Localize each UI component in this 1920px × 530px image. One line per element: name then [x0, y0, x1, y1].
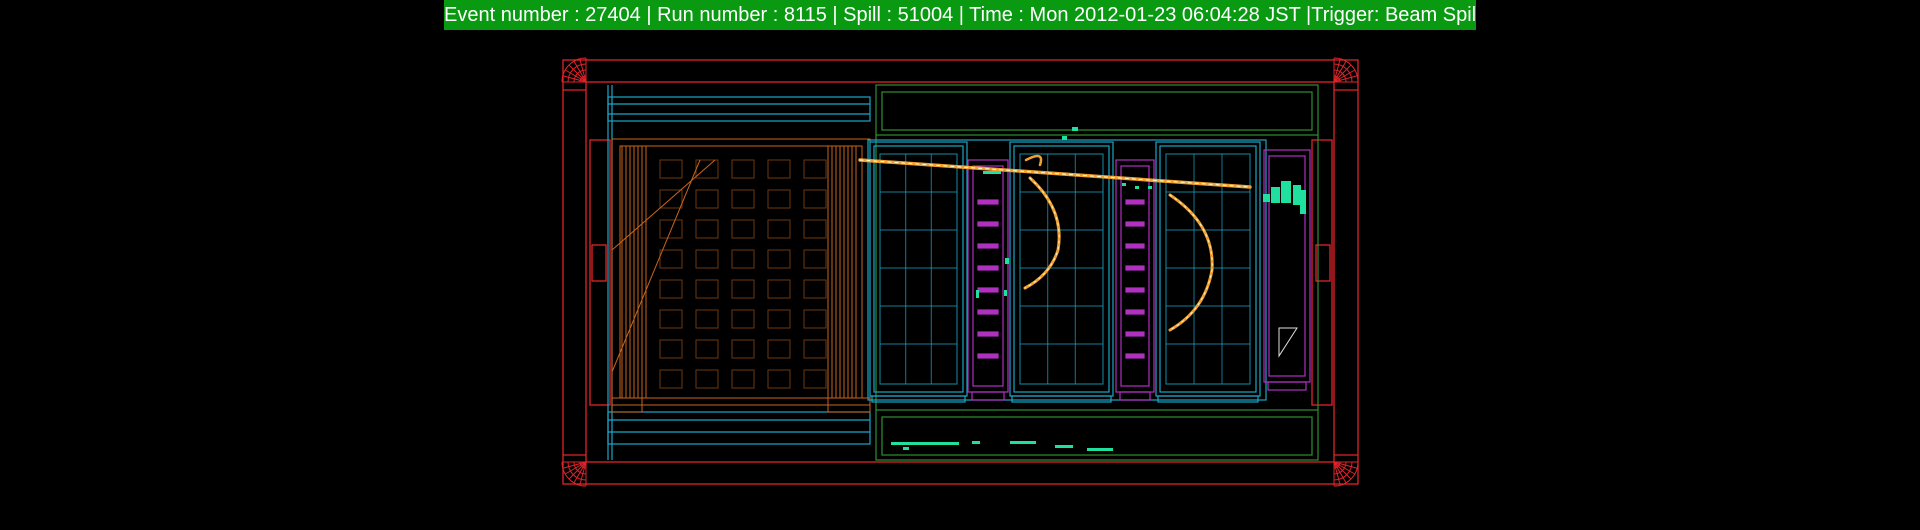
particle-tracks	[858, 154, 1252, 332]
green-frames	[875, 84, 1319, 461]
event-display	[561, 57, 1359, 487]
left-orange-module	[611, 138, 871, 413]
left-upper-rails	[607, 85, 871, 460]
corner-fan-icons	[561, 57, 1359, 487]
triangle-marker-icon	[1278, 327, 1298, 358]
cyan-modules	[867, 139, 1267, 403]
